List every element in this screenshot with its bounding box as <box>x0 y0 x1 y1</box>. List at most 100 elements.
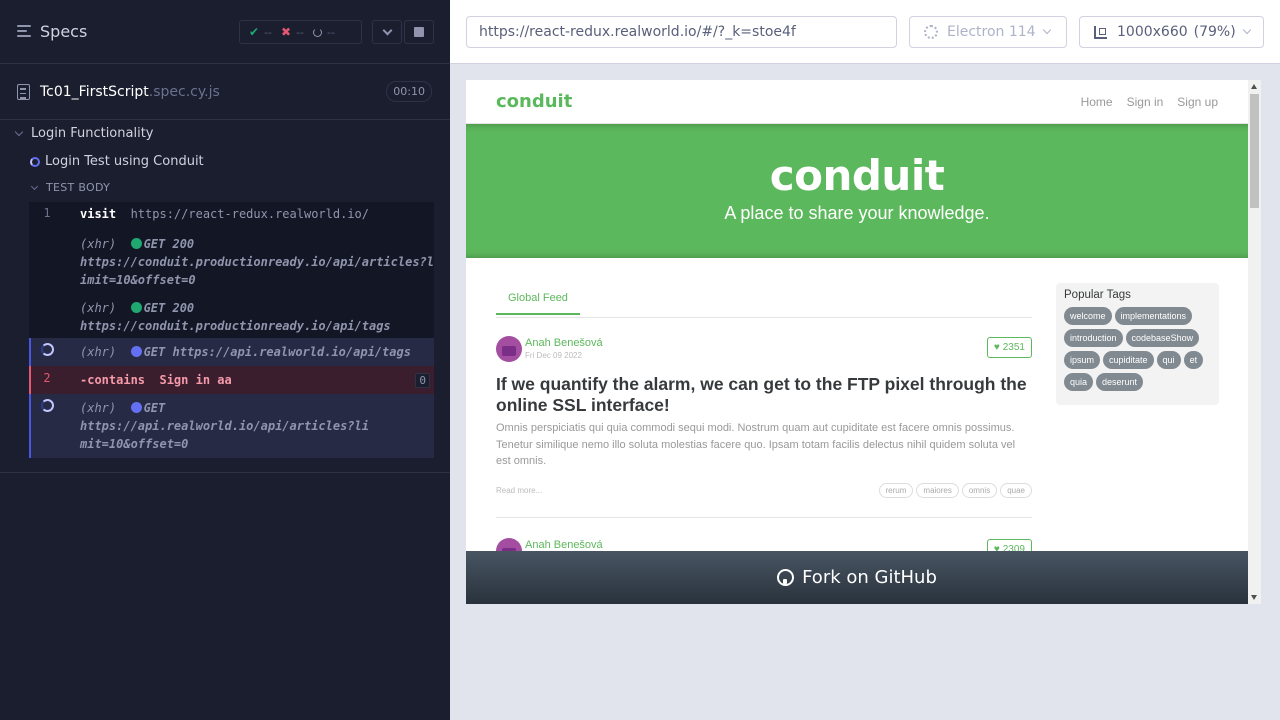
spec-file-name: Tc01_FirstScript.spec.cy.js <box>40 84 220 100</box>
tag-cloud: welcome implementations introduction cod… <box>1064 307 1211 391</box>
article-description: Omnis perspiciatis qui quia commodi sequ… <box>496 422 1016 467</box>
viewport-icon <box>1094 25 1107 39</box>
command-row[interactable]: (xhr) GET https://api.realworld.io/api/t… <box>29 338 434 366</box>
stop-icon <box>414 27 424 37</box>
url-input[interactable] <box>466 16 897 48</box>
nav-signup-link[interactable]: Sign up <box>1177 95 1218 109</box>
article-author[interactable]: Anah Benešová <box>525 539 603 551</box>
electron-icon <box>924 25 938 39</box>
sidebar-title: Popular Tags <box>1064 289 1131 301</box>
scrollbar[interactable] <box>1248 80 1261 604</box>
tag-pill[interactable]: welcome <box>1064 307 1112 325</box>
browser-select[interactable]: Electron 114 <box>909 16 1067 48</box>
article-tag: omnis <box>961 483 998 498</box>
github-icon <box>777 569 795 586</box>
scroll-down-icon[interactable] <box>1251 595 1257 600</box>
banner-title: conduit <box>769 151 945 200</box>
aut-header: Electron 114 1000x660 (79%) <box>450 0 1280 64</box>
caret-down-icon <box>30 182 39 190</box>
feed-tabs: Global Feed <box>496 284 1032 318</box>
tag-pill[interactable]: deserunt <box>1096 373 1144 391</box>
tag-pill[interactable]: quia <box>1064 373 1094 391</box>
popular-tags-sidebar: Popular Tags welcome implementations int… <box>1056 283 1219 405</box>
app-navbar: conduit Home Sign in Sign up <box>466 80 1248 124</box>
article-preview: Anah Benešová Fri Dec 09 2022 ♥ 2351 If w… <box>496 336 1032 518</box>
command-log: 1 visit https://react-redux.realworld.io… <box>29 202 434 458</box>
article-date: Fri Dec 09 2022 <box>525 351 582 360</box>
status-dot <box>130 402 142 413</box>
test-title[interactable]: Login Test using Conduit <box>30 154 204 169</box>
scroll-up-icon[interactable] <box>1251 84 1257 89</box>
command-row[interactable]: 2 -contains Sign in aa 0 <box>29 366 434 394</box>
hero-banner: conduit A place to share your knowledge. <box>466 124 1248 258</box>
spec-file-row[interactable]: Tc01_FirstScript.spec.cy.js 00:10 <box>0 64 450 120</box>
command-row[interactable]: (xhr) GET 200 https://conduit.productionr… <box>29 290 434 338</box>
command-number: 1 <box>43 206 51 220</box>
command-row[interactable]: 1 visit https://react-redux.realworld.io… <box>29 202 434 226</box>
tab-global-feed[interactable]: Global Feed <box>496 292 580 315</box>
scrollbar-thumb[interactable] <box>1250 94 1259 208</box>
app-under-test: conduit Home Sign in Sign up conduit A p… <box>466 80 1248 604</box>
command-name: visit <box>80 207 117 221</box>
pending-stat: -- <box>313 26 335 39</box>
fork-on-github-banner[interactable]: Fork on GitHub <box>466 551 1248 604</box>
test-body-label[interactable]: TEST BODY <box>30 181 110 194</box>
specs-list-icon[interactable] <box>17 25 31 39</box>
article-tags: rerum maiores omnis quae <box>878 483 1032 498</box>
tag-pill[interactable]: cupiditate <box>1103 351 1154 369</box>
status-dot <box>130 238 142 249</box>
chevron-down-icon <box>1242 25 1251 35</box>
article-title[interactable]: If we quantify the alarm, we can get to … <box>496 374 1032 416</box>
test-stats: ✔ -- ✖ -- -- <box>239 20 362 44</box>
article-tag: rerum <box>878 483 914 498</box>
reporter-header: Specs ✔ -- ✖ -- -- <box>0 0 450 64</box>
passed-stat: ✔ -- <box>249 25 273 39</box>
article-author[interactable]: Anah Benešová <box>525 337 603 349</box>
brand-logo[interactable]: conduit <box>496 91 572 112</box>
check-icon: ✔ <box>249 25 260 39</box>
reporter-panel: Specs ✔ -- ✖ -- -- Tc01_FirstScript.spec.c… <box>0 0 450 720</box>
chevron-down-icon <box>382 25 392 36</box>
viewport-select[interactable]: 1000x660 (79%) <box>1079 16 1264 48</box>
article-tag: quae <box>1000 483 1032 498</box>
tag-pill[interactable]: qui <box>1156 351 1181 369</box>
suite-title[interactable]: Login Functionality <box>14 126 153 141</box>
loading-spinner-icon <box>41 399 54 412</box>
command-number: 2 <box>43 371 51 385</box>
banner-subtitle: A place to share your knowledge. <box>724 203 990 223</box>
collapse-button[interactable] <box>372 20 402 44</box>
element-count-badge: 0 <box>415 373 430 388</box>
command-name: -contains <box>80 373 146 387</box>
status-dot <box>130 346 142 357</box>
tag-pill[interactable]: introduction <box>1064 329 1123 347</box>
command-row[interactable]: (xhr) GET 200 https://conduit.productionr… <box>29 226 434 290</box>
x-icon: ✖ <box>281 25 292 39</box>
tag-pill[interactable]: ipsum <box>1064 351 1101 369</box>
nav-home-link[interactable]: Home <box>1081 95 1113 109</box>
loading-spinner-icon <box>41 343 54 356</box>
stop-button[interactable] <box>404 20 434 44</box>
status-dot <box>130 302 142 313</box>
file-icon <box>17 84 30 100</box>
nav-signin-link[interactable]: Sign in <box>1127 95 1164 109</box>
like-button[interactable]: ♥ 2351 <box>986 337 1032 358</box>
spec-duration: 00:10 <box>386 81 432 102</box>
divider <box>496 517 1032 518</box>
chevron-down-icon <box>1042 25 1051 35</box>
avatar[interactable] <box>496 336 522 362</box>
failed-stat: ✖ -- <box>281 25 305 39</box>
command-message: Sign in aa <box>159 373 232 387</box>
tag-pill[interactable]: codebaseShow <box>1125 329 1200 347</box>
nav-links: Home Sign in Sign up <box>1081 95 1218 109</box>
tag-pill[interactable]: implementations <box>1114 307 1193 325</box>
running-icon <box>30 156 40 167</box>
read-more-link[interactable]: Read more... <box>496 486 542 495</box>
pending-icon <box>313 27 323 37</box>
heart-icon: ♥ <box>993 342 1000 353</box>
caret-down-icon <box>14 127 24 137</box>
divider <box>0 472 450 473</box>
specs-title[interactable]: Specs <box>40 22 87 41</box>
command-row[interactable]: (xhr) GET https://api.realworld.io/api/ar… <box>29 394 434 458</box>
tag-pill[interactable]: et <box>1183 351 1204 369</box>
command-message: https://react-redux.realworld.io/ <box>130 207 369 221</box>
